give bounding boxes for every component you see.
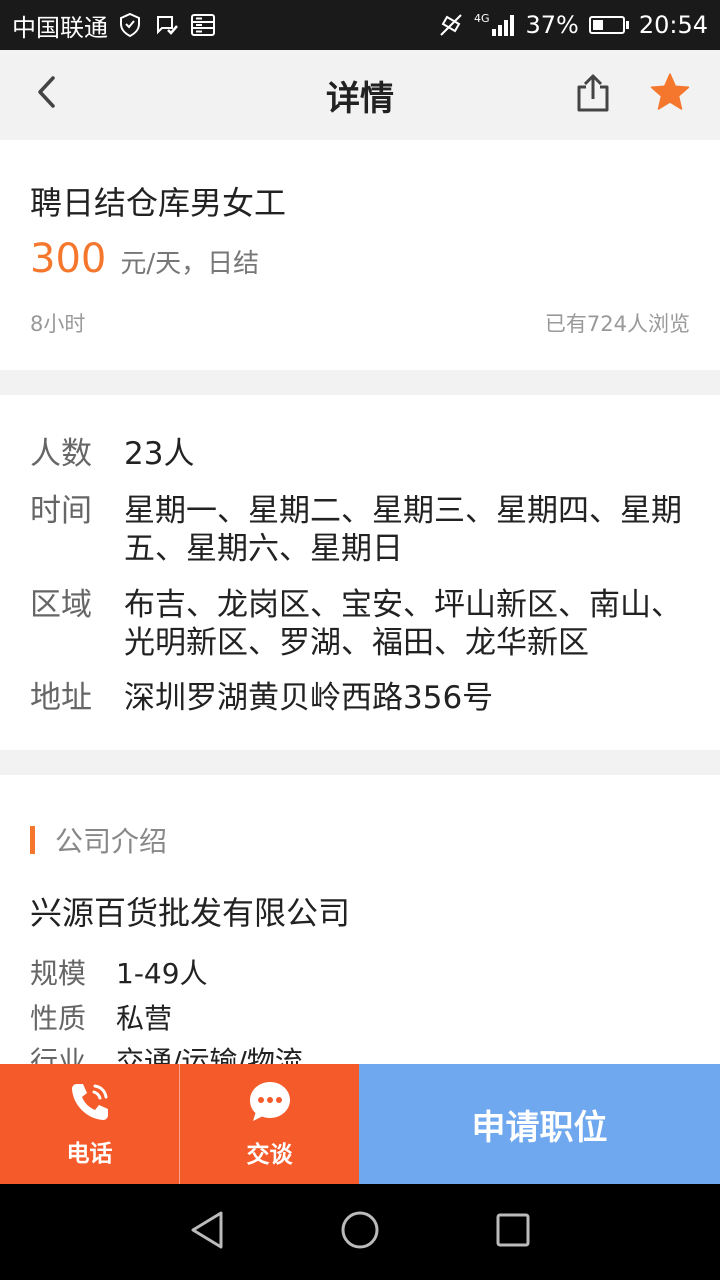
detail-label: 时间 xyxy=(30,493,92,529)
job-details-card: 人数 23人 时间 星期一、星期二、星期三、星期四、星期五、星期六、星期日 区域… xyxy=(0,395,720,750)
circle-home-icon xyxy=(339,1209,381,1255)
nav-back-button[interactable] xyxy=(179,1204,235,1260)
work-hours: 8小时 xyxy=(30,312,86,336)
detail-row-headcount: 人数 23人 xyxy=(30,435,690,473)
share-button[interactable] xyxy=(570,72,616,118)
company-row-industry: 行业 交通/运输/物流 xyxy=(30,1040,303,1065)
top-bar: 详情 xyxy=(0,50,720,140)
company-value: 私营 xyxy=(116,1002,173,1035)
section-header: 公司介绍 xyxy=(30,820,167,860)
section-accent-bar xyxy=(30,826,35,854)
status-bar: 中国联通 4G 37% 20:54 xyxy=(0,0,720,50)
back-button[interactable] xyxy=(24,72,68,116)
action-bar: 电话 交谈 申请职位 xyxy=(0,1064,720,1184)
section-title: 公司介绍 xyxy=(55,825,168,858)
company-row-type: 性质 私营 xyxy=(30,997,172,1037)
view-count: 已有724人浏览 xyxy=(544,312,690,336)
company-value: 交通/运输/物流 xyxy=(116,1045,303,1065)
apply-job-button[interactable]: 申请职位 xyxy=(359,1064,720,1184)
detail-row-address: 地址 深圳罗湖黄贝岭西路356号 xyxy=(30,679,690,717)
job-summary-card: 聘日结仓库男女工 300 元/天，日结 8小时 已有724人浏览 xyxy=(0,140,720,370)
detail-value: 23人 xyxy=(124,436,195,472)
battery-percent: 37% xyxy=(525,11,579,39)
company-value: 1-49人 xyxy=(116,957,208,990)
job-title: 聘日结仓库男女工 xyxy=(30,184,287,222)
salary-unit: 元/天，日结 xyxy=(120,249,260,279)
detail-value: 布吉、龙岗区、宝安、坪山新区、南山、光明新区、罗湖、福田、龙华新区 xyxy=(124,587,682,661)
company-card: 公司介绍 兴源百货批发有限公司 规模 1-49人 性质 私营 行业 交通/运输/… xyxy=(0,775,720,1065)
detail-label: 地址 xyxy=(30,680,92,716)
company-label: 行业 xyxy=(30,1045,87,1065)
company-name: 兴源百货批发有限公司 xyxy=(30,894,351,932)
detail-value: 深圳罗湖黄贝岭西路356号 xyxy=(124,680,494,716)
nav-recents-button[interactable] xyxy=(485,1204,541,1260)
nav-home-button[interactable] xyxy=(332,1204,388,1260)
salary-amount: 300 xyxy=(30,236,107,282)
system-nav-bar xyxy=(0,1184,720,1280)
star-icon xyxy=(649,72,691,116)
chevron-left-icon xyxy=(34,74,58,114)
salary: 300 元/天，日结 xyxy=(30,236,259,282)
phone-icon xyxy=(68,1080,112,1128)
detail-value: 星期一、星期二、星期三、星期四、星期五、星期六、星期日 xyxy=(124,493,682,567)
vibrate-off-icon xyxy=(438,12,464,38)
shield-icon xyxy=(118,12,144,38)
page-title: 详情 xyxy=(326,78,394,119)
favorite-button[interactable] xyxy=(646,70,694,118)
chat-button[interactable]: 交谈 xyxy=(179,1064,359,1184)
carrier-name: 中国联通 xyxy=(12,13,108,42)
share-icon xyxy=(574,73,612,117)
company-row-size: 规模 1-49人 xyxy=(30,952,208,992)
triangle-back-icon xyxy=(189,1210,225,1254)
battery-icon xyxy=(588,16,629,34)
detail-row-time: 时间 星期一、星期二、星期三、星期四、星期五、星期六、星期日 xyxy=(30,492,690,568)
company-label: 性质 xyxy=(30,1002,87,1035)
detail-row-area: 区域 布吉、龙岗区、宝安、坪山新区、南山、光明新区、罗湖、福田、龙华新区 xyxy=(30,586,690,662)
chat-label: 交谈 xyxy=(246,1142,293,1168)
company-label: 规模 xyxy=(30,957,87,990)
signal-icon: 4G xyxy=(474,13,516,37)
detail-label: 人数 xyxy=(30,436,92,472)
detail-label: 区域 xyxy=(30,587,92,623)
message-check-icon xyxy=(154,12,180,38)
status-time: 20:54 xyxy=(638,11,708,39)
network-type: 4G xyxy=(473,12,490,25)
phone-button[interactable]: 电话 xyxy=(0,1064,179,1184)
chat-bubble-icon xyxy=(247,1079,293,1129)
square-recents-icon xyxy=(495,1212,531,1252)
phone-label: 电话 xyxy=(66,1141,113,1167)
storage-icon xyxy=(190,12,216,38)
